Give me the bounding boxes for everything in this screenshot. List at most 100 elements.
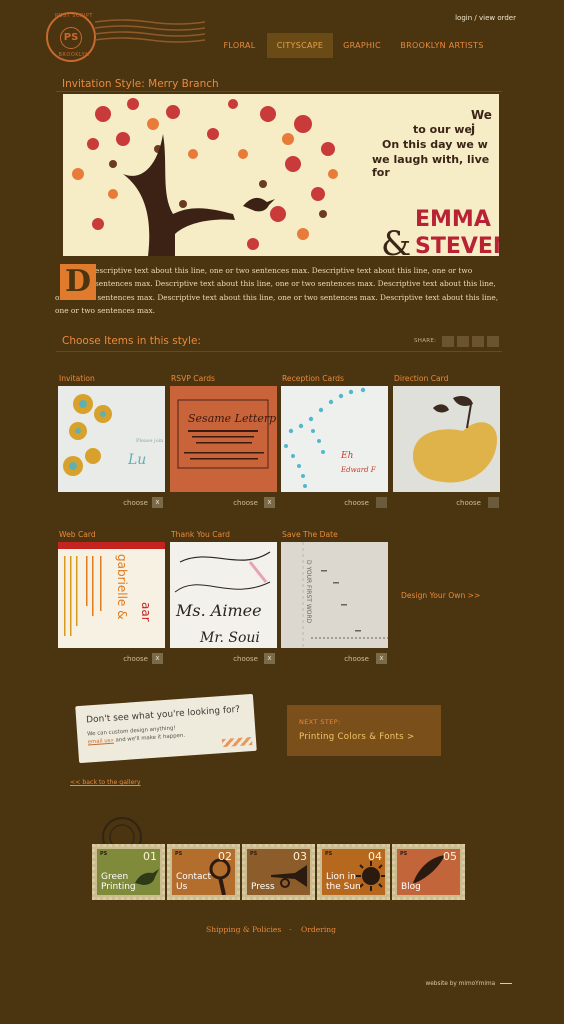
next-step-link[interactable]: Printing Colors & Fonts > (299, 732, 415, 742)
trumpet-icon (271, 865, 307, 888)
choose-label: choose (344, 499, 369, 507)
thumb-save-the-date[interactable]: D YOUR FIRST WORD (281, 542, 388, 648)
tree-illustration-icon (72, 98, 338, 256)
share-twitter-icon[interactable] (457, 336, 469, 347)
stamp-ps: PS (175, 851, 183, 857)
choose-label: choose (123, 499, 148, 507)
hero-line-2: to our we (413, 123, 472, 136)
email-us-link[interactable]: email us» (88, 738, 114, 746)
divider (56, 91, 502, 92)
stamp-label: Blog (401, 882, 421, 892)
nav-floral[interactable]: FLORAL (216, 33, 263, 58)
view-order-link[interactable]: view order (479, 14, 516, 22)
divider (56, 351, 502, 352)
stamp-ps: PS (250, 851, 258, 857)
logo-top-text: POST SCRIPT (55, 13, 93, 19)
style-description: escriptive text about this line, one or … (55, 264, 502, 318)
thumb-reception[interactable]: Eh Edward F (281, 386, 388, 492)
choose-checkbox-reception[interactable] (376, 497, 387, 508)
dotted-pattern-icon: Eh Edward F (284, 387, 377, 488)
share-more-icon[interactable] (487, 336, 499, 347)
design-your-own-link[interactable]: Design Your Own >> (401, 591, 480, 600)
login-link[interactable]: login (455, 14, 472, 22)
share-email-icon[interactable] (472, 336, 484, 347)
stamp-number: 05 (443, 850, 457, 863)
choose-label: choose (123, 655, 148, 663)
stamp-press[interactable]: PS 03 Press (242, 844, 315, 900)
thumb-web-card[interactable]: gabrielle & aar (58, 542, 165, 648)
stamp-label: Lion in the Sun (326, 872, 361, 892)
stamp-blog[interactable]: PS 05 Blog (392, 844, 465, 900)
separator: / (474, 14, 477, 22)
choose-checkbox-thank-you[interactable]: x (264, 653, 275, 664)
nav-brooklyn-artists-label: BROOKLYN ARTISTS (400, 41, 484, 50)
choose-checkbox-invitation[interactable]: x (152, 497, 163, 508)
svg-text:Sesame Letterpress: Sesame Letterpress (188, 412, 277, 425)
thumb-direction[interactable] (393, 386, 500, 492)
stamp-number: 01 (143, 850, 157, 863)
logo-bottom-text: BROOKLYN (58, 52, 90, 58)
stamp-ps: PS (400, 851, 408, 857)
invitation-style-title: Invitation Style: Merry Branch (62, 78, 219, 90)
stamp-contact-us[interactable]: PS 02 Contact Us (167, 844, 240, 900)
choose-items-title: Choose Items in this style: (62, 335, 201, 347)
choose-label: choose (233, 499, 258, 507)
shipping-policies-link[interactable]: Shipping & Policies (206, 925, 281, 934)
svg-text:Eh: Eh (340, 451, 353, 461)
web-card-icon: gabrielle & aar (58, 542, 165, 636)
svg-text:Edward F: Edward F (340, 466, 377, 474)
item-label-thank-you: Thank You Card (171, 530, 230, 539)
hero-line-4: we laugh with, live for (372, 153, 490, 179)
site-credit-link[interactable]: website by mimoYmima (425, 981, 512, 987)
share-label: SHARE: (414, 338, 437, 344)
thumb-invitation[interactable]: Please join Lu (58, 386, 165, 492)
logo-center-text: PS (60, 27, 82, 49)
next-step-box[interactable]: NEXT STEP: Printing Colors & Fonts > (287, 705, 441, 756)
svg-text:Lu: Lu (127, 452, 146, 468)
flower-pattern-icon: Please join Lu (63, 394, 164, 476)
stamp-number: 02 (218, 850, 232, 863)
rsvp-card-icon: Sesame Letterpress (177, 399, 277, 469)
item-label-web-card: Web Card (59, 530, 96, 539)
postmark-lines-icon (95, 19, 205, 43)
note-title: Don't see what you're looking for? (85, 704, 241, 726)
save-date-card-icon: D YOUR FIRST WORD (302, 542, 388, 648)
footer-separator: · (289, 925, 292, 934)
stamp-label: Green Printing (101, 872, 136, 892)
back-to-gallery-link[interactable]: << back to the gallery (70, 779, 140, 786)
nav-cityscape[interactable]: CITYSCAPE (267, 33, 333, 58)
thumb-rsvp[interactable]: Sesame Letterpress (170, 386, 277, 492)
description-text: escriptive text about this line, one or … (55, 266, 499, 316)
nav-brooklyn-artists[interactable]: BROOKLYN ARTISTS (394, 33, 490, 58)
hero-name-1: EMMA (415, 207, 491, 232)
item-label-invitation: Invitation (59, 374, 95, 383)
stamp-label: Press (251, 882, 275, 892)
choose-checkbox-direction[interactable] (488, 497, 499, 508)
ordering-link[interactable]: Ordering (301, 925, 336, 934)
choose-checkbox-rsvp[interactable]: x (264, 497, 275, 508)
tape-stripe-icon (221, 737, 253, 748)
stamp-ps: PS (100, 851, 108, 857)
stamp-green-printing[interactable]: PS 01 Green Printing (92, 844, 165, 900)
svg-text:Mr. Soui: Mr. Soui (199, 630, 260, 646)
thumb-thank-you[interactable]: Ms. Aimee Mr. Soui (170, 542, 277, 648)
stamp-ps: PS (325, 851, 333, 857)
item-label-rsvp: RSVP Cards (171, 374, 216, 383)
choose-checkbox-save-the-date[interactable]: x (376, 653, 387, 664)
svg-text:gabrielle &: gabrielle & (115, 554, 129, 619)
nav-graphic-label: GRAPHIC (343, 41, 381, 50)
svg-text:Ms. Aimee: Ms. Aimee (175, 601, 262, 620)
choose-label: choose (233, 655, 258, 663)
stamp-lion-in-the-sun[interactable]: PS 04 Lion in the Sun (317, 844, 390, 900)
ps-logo[interactable]: POST SCRIPT PS BROOKLYN (46, 12, 96, 62)
choose-label: choose (456, 499, 481, 507)
choose-checkbox-web-card[interactable]: x (152, 653, 163, 664)
item-label-direction: Direction Card (394, 374, 449, 383)
svg-text:aar: aar (139, 602, 153, 622)
share-facebook-icon[interactable] (442, 336, 454, 347)
next-step-label: NEXT STEP: (299, 718, 341, 726)
custom-design-note: Don't see what you're looking for? We ca… (75, 693, 257, 764)
stamp-number: 04 (368, 850, 382, 863)
choose-label: choose (344, 655, 369, 663)
nav-graphic[interactable]: GRAPHIC (337, 33, 387, 58)
